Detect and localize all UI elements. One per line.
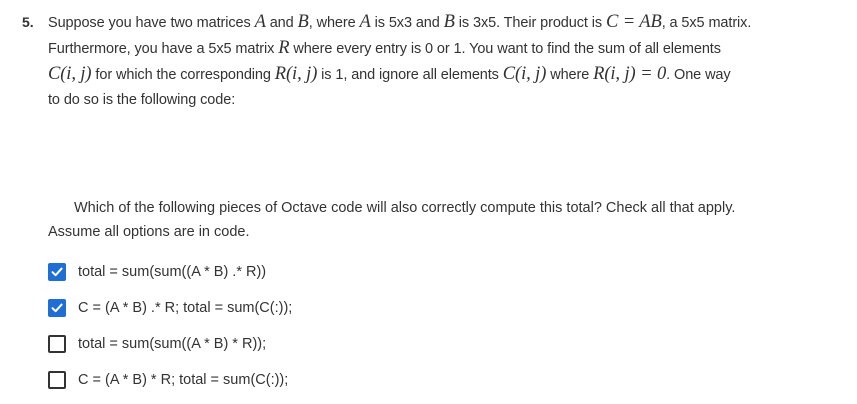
answer-options: total = sum(sum((A * B) .* R)) C = (A * …: [48, 260, 292, 404]
checkmark-icon: [51, 303, 63, 313]
text-fragment: Suppose you have two matrices: [48, 15, 255, 31]
math-C-ij: C(i, j): [502, 64, 547, 84]
text-fragment: is 5x3 and: [370, 15, 444, 31]
question-text: Suppose you have two matrices A and B, w…: [48, 10, 832, 113]
answer-option-1[interactable]: total = sum(sum((A * B) .* R)): [48, 260, 292, 284]
text-fragment: , where: [308, 15, 360, 31]
math-A: A: [359, 12, 371, 32]
answer-option-3[interactable]: total = sum(sum((A * B) * R));: [48, 332, 292, 356]
text-fragment: where every entry is 0 or 1. You want to…: [289, 41, 721, 57]
math-B: B: [443, 12, 455, 32]
math-A: A: [254, 12, 266, 32]
question-line-4: to do so is the following code:: [48, 92, 236, 108]
checkbox-unchecked-icon[interactable]: [48, 335, 66, 353]
checkbox-unchecked-icon[interactable]: [48, 371, 66, 389]
answer-option-label: C = (A * B) .* R; total = sum(C(:));: [78, 300, 293, 316]
math-C-ij: C(i, j): [48, 64, 92, 84]
text-fragment: for which the corresponding: [91, 67, 275, 83]
math-C-equals-AB: C = AB: [605, 12, 662, 32]
text-fragment: and: [265, 15, 298, 31]
followup-line-1: Which of the following pieces of Octave …: [74, 200, 736, 216]
followup-line-2: Assume all options are in code.: [48, 224, 250, 240]
question-number: 5.: [22, 14, 34, 30]
math-B: B: [297, 12, 309, 32]
answer-option-4[interactable]: C = (A * B) * R; total = sum(C(:));: [48, 368, 292, 392]
followup-text: Which of the following pieces of Octave …: [48, 196, 828, 244]
question-line-1: Suppose you have two matrices A and B, w…: [48, 10, 832, 36]
question-line-3: C(i, j) for which the corresponding R(i,…: [48, 62, 832, 88]
answer-option-2[interactable]: C = (A * B) .* R; total = sum(C(:));: [48, 296, 292, 320]
checkmark-icon: [51, 267, 63, 277]
question-block: 5. Suppose you have two matrices A and B…: [22, 10, 832, 113]
question-line-2: Furthermore, you have a 5x5 matrix R whe…: [48, 36, 832, 62]
text-fragment: is 3x5. Their product is: [454, 15, 606, 31]
text-fragment: is 1, and ignore all elements: [317, 67, 503, 83]
answer-option-label: total = sum(sum((A * B) .* R)): [78, 264, 267, 280]
text-fragment: . One way: [666, 67, 731, 83]
text-fragment: Furthermore, you have a 5x5 matrix: [48, 41, 279, 57]
answer-option-label: C = (A * B) * R; total = sum(C(:));: [78, 372, 289, 388]
checkbox-checked-icon[interactable]: [48, 299, 66, 317]
checkbox-checked-icon[interactable]: [48, 263, 66, 281]
text-fragment: where: [546, 67, 594, 83]
math-R-ij: R(i, j): [274, 64, 318, 84]
text-fragment: , a 5x5 matrix.: [661, 15, 752, 31]
math-R: R: [278, 38, 290, 58]
answer-option-label: total = sum(sum((A * B) * R));: [78, 336, 267, 352]
math-R-ij-equals-0: R(i, j) = 0: [593, 64, 667, 84]
